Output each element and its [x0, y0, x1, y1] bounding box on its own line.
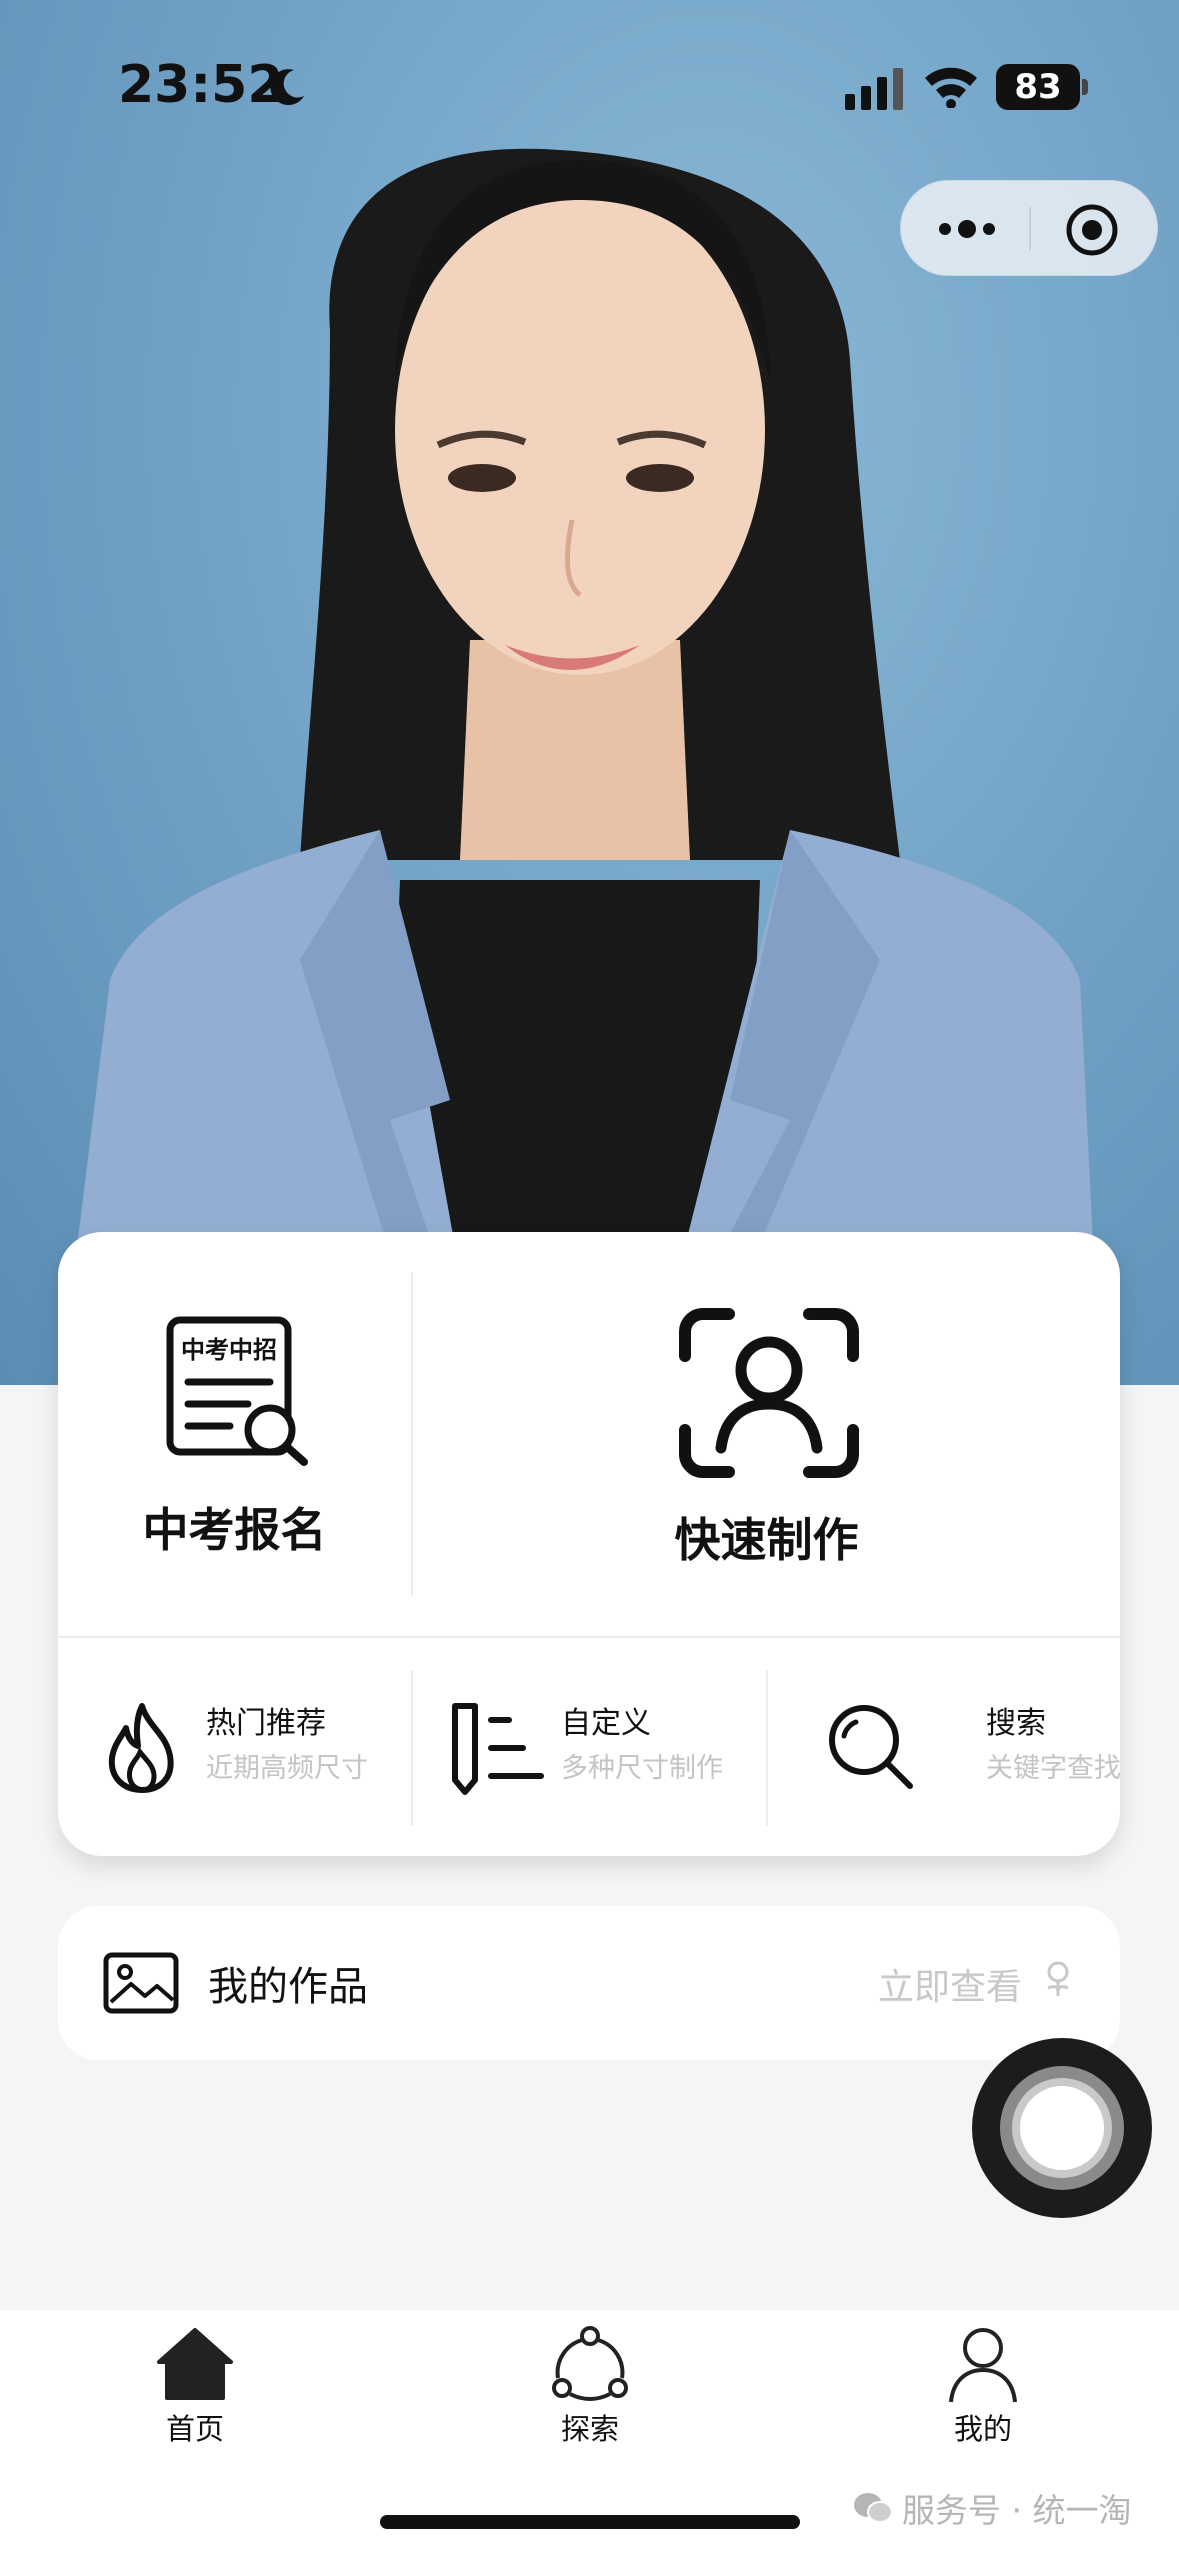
home-indicator — [380, 2515, 800, 2529]
explore-icon — [552, 2326, 628, 2401]
custom-size-subtitle: 多种尺寸制作 — [561, 1753, 723, 1784]
my-works-row[interactable]: 我的作品 立即查看 — [58, 1906, 1120, 2060]
tab-explore-label: 探索 — [560, 2412, 619, 2446]
moon-icon — [270, 69, 304, 106]
hot-recommend-button[interactable]: 热门推荐 近期高频尺寸 — [58, 1638, 411, 1856]
floating-assistive-button[interactable] — [972, 2038, 1152, 2218]
pencil-list-icon — [452, 1703, 544, 1795]
watermark: 服务号 · 统一淘 — [852, 2484, 1131, 2532]
search-title: 搜索 — [986, 1706, 1046, 1741]
close-target-icon[interactable] — [1065, 203, 1119, 257]
tab-home-label: 首页 — [165, 2412, 224, 2446]
flame-icon — [108, 1703, 174, 1793]
capsule-divider — [1029, 207, 1031, 251]
custom-size-button[interactable]: 自定义 多种尺寸制作 — [413, 1638, 766, 1856]
quick-make-label: 快速制作 — [674, 1513, 859, 1567]
battery-nub — [1082, 79, 1088, 95]
tab-explore[interactable]: 探索 — [490, 2310, 690, 2460]
search-subtitle: 关键字查找 — [986, 1753, 1121, 1784]
tab-home[interactable]: 首页 — [95, 2310, 295, 2460]
wifi-icon — [925, 67, 977, 108]
watermark-text: 服务号 · 统一淘 — [902, 2491, 1132, 2530]
register-icon-text: 中考中招 — [181, 1336, 277, 1364]
exam-register-label: 中考报名 — [142, 1503, 327, 1557]
flower-icon — [1047, 1961, 1069, 1996]
document-search-icon: 中考中招 — [166, 1316, 308, 1466]
battery-indicator: 83 — [996, 64, 1080, 110]
mini-program-capsule — [900, 180, 1158, 276]
hot-recommend-title: 热门推荐 — [206, 1706, 326, 1741]
status-time: 23:52 — [118, 55, 284, 115]
floating-ring-inner — [1020, 2086, 1104, 2170]
signal-icon — [845, 68, 903, 110]
view-now-link[interactable]: 立即查看 — [878, 1958, 1022, 2010]
user-icon — [949, 2328, 1017, 2403]
tab-mine-label: 我的 — [953, 2412, 1012, 2446]
tab-mine[interactable]: 我的 — [883, 2310, 1083, 2460]
card-top: 中考中招 中考报名 快速制作 — [58, 1232, 1120, 1636]
search-icon — [829, 1705, 913, 1789]
my-works-label: 我的作品 — [208, 1964, 368, 2010]
wechat-icon — [854, 2493, 893, 2523]
exam-register-button[interactable]: 中考中招 中考报名 — [58, 1232, 411, 1636]
feature-row: 热门推荐 近期高频尺寸 自定义 多种尺寸制作 搜索 关键字查找 — [58, 1638, 1121, 1856]
main-card: 中考中招 中考报名 快速制作 热门推荐 近期高频尺寸 自定义 多种尺寸制作 搜索… — [58, 1232, 1121, 1856]
quick-make-button[interactable]: 快速制作 — [413, 1232, 1120, 1636]
search-button[interactable]: 搜索 关键字查找 — [768, 1638, 1121, 1856]
image-icon — [103, 1952, 179, 2014]
custom-size-title: 自定义 — [561, 1706, 651, 1741]
home-icon — [157, 2328, 233, 2400]
more-icon[interactable] — [935, 211, 999, 247]
hot-recommend-subtitle: 近期高频尺寸 — [206, 1753, 368, 1784]
face-scan-icon — [679, 1308, 859, 1478]
